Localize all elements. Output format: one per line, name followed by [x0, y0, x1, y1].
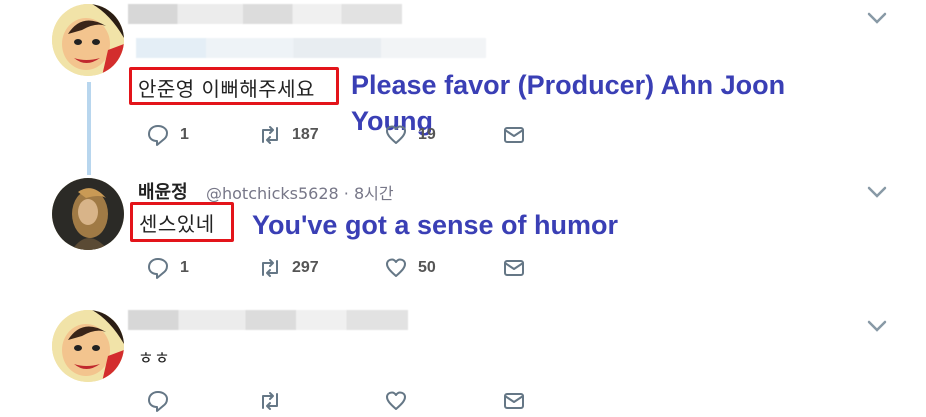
- translation-line-1: Please favor (Producer) Ahn Joon: [351, 70, 786, 100]
- retweet-button[interactable]: 297: [258, 253, 319, 283]
- avatar[interactable]: [52, 310, 124, 382]
- chevron-down-icon[interactable]: [866, 11, 888, 25]
- direct-message-button[interactable]: [502, 120, 526, 150]
- direct-message-button[interactable]: [502, 386, 526, 416]
- reply-count: 1: [180, 126, 189, 143]
- avatar-cartoon-face-icon: [52, 4, 124, 76]
- redacted-username: [128, 310, 408, 330]
- tweet-actions: [146, 386, 546, 416]
- direct-message-button[interactable]: [502, 253, 526, 283]
- heart-icon: [386, 125, 406, 144]
- avatar-cartoon-face-icon: [52, 310, 124, 382]
- retweet-button[interactable]: 187: [258, 120, 319, 150]
- reply-count: 1: [180, 259, 189, 276]
- like-button[interactable]: 50: [384, 253, 436, 283]
- user-handle-and-time[interactable]: @hotchicks5628 · 8시간: [206, 180, 394, 204]
- tweet-actions: 1 297 50: [146, 253, 546, 283]
- reply-button[interactable]: 1: [146, 253, 189, 283]
- envelope-icon: [504, 260, 524, 276]
- avatar-photo-icon: [52, 178, 124, 250]
- chevron-down-icon[interactable]: [866, 185, 888, 199]
- retweet-icon: [262, 392, 278, 410]
- chevron-down-icon[interactable]: [866, 319, 888, 333]
- like-button[interactable]: [384, 386, 408, 416]
- avatar[interactable]: [52, 178, 124, 250]
- like-button[interactable]: 19: [384, 120, 436, 150]
- retweet-count: 297: [292, 259, 319, 276]
- translation: You've got a sense of humor: [252, 210, 618, 240]
- like-count: 50: [418, 259, 436, 276]
- retweet-icon: [262, 259, 278, 277]
- tweet-actions: 1 187 19: [146, 120, 546, 150]
- heart-icon: [386, 391, 406, 410]
- retweet-count: 187: [292, 126, 319, 143]
- tweet-text: ㅎㅎ: [138, 349, 171, 369]
- like-count: 19: [418, 126, 436, 143]
- envelope-icon: [504, 393, 524, 409]
- tweet-text: 안준영 이뻐해주세요: [138, 77, 315, 101]
- avatar[interactable]: [52, 4, 124, 76]
- retweet-icon: [262, 126, 278, 144]
- reply-icon: [148, 391, 168, 412]
- thread-connector-line: [87, 82, 91, 175]
- tweet-text: 센스있네: [139, 212, 215, 236]
- redacted-username: [128, 4, 402, 24]
- retweet-button[interactable]: [258, 386, 282, 416]
- reply-button[interactable]: [146, 386, 170, 416]
- heart-icon: [386, 258, 406, 277]
- display-name[interactable]: 배윤정: [138, 178, 188, 204]
- reply-icon: [148, 258, 168, 279]
- reply-button[interactable]: 1: [146, 120, 189, 150]
- envelope-icon: [504, 127, 524, 143]
- reply-icon: [148, 125, 168, 146]
- redacted-tweet-line: [136, 38, 486, 58]
